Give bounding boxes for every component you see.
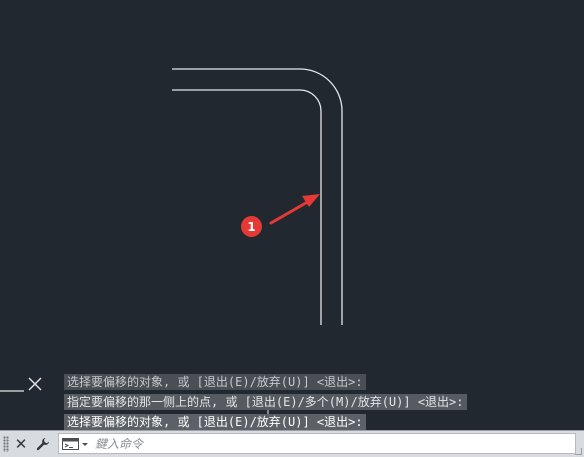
red-arrow-icon bbox=[269, 194, 320, 225]
history-line: 指定要偏移的那一侧上的点, 或 [退出(E)/多个(M)/放弃(U)] <退出>… bbox=[64, 392, 467, 412]
close-icon[interactable]: ✕ bbox=[12, 435, 30, 453]
history-line: 选择要偏移的对象, 或 [退出(E)/放弃(U)] <退出>: bbox=[64, 412, 467, 432]
resize-grip-icon[interactable] bbox=[575, 448, 582, 455]
drawing-canvas[interactable]: 1 选择要偏移的对象, 或 [退出(E)/放弃(U)] <退出>: 指定要偏移的… bbox=[0, 0, 584, 457]
command-input-box[interactable] bbox=[58, 433, 576, 454]
command-history: 选择要偏移的对象, 或 [退出(E)/放弃(U)] <退出>: 指定要偏移的那一… bbox=[64, 372, 467, 432]
wrench-icon[interactable] bbox=[34, 435, 52, 453]
history-line-text: 指定要偏移的那一侧上的点, 或 [退出(E)/多个(M)/放弃(U)] <退出>… bbox=[64, 394, 467, 410]
drawing-area[interactable] bbox=[0, 0, 584, 430]
command-prompt-icon[interactable] bbox=[62, 437, 92, 451]
x-cross-icon bbox=[0, 377, 42, 392]
chevron-down-icon bbox=[82, 443, 88, 446]
history-line-text: 选择要偏移的对象, 或 [退出(E)/放弃(U)] <退出>: bbox=[64, 414, 366, 430]
history-line-text: 选择要偏移的对象, 或 [退出(E)/放弃(U)] <退出>: bbox=[64, 374, 366, 390]
command-line-bar: ✕ bbox=[0, 430, 584, 457]
history-line: 选择要偏移的对象, 或 [退出(E)/放弃(U)] <退出>: bbox=[64, 372, 467, 392]
callout-badge: 1 bbox=[241, 216, 262, 237]
command-input[interactable] bbox=[95, 434, 565, 453]
drag-grip-icon[interactable] bbox=[3, 436, 9, 452]
